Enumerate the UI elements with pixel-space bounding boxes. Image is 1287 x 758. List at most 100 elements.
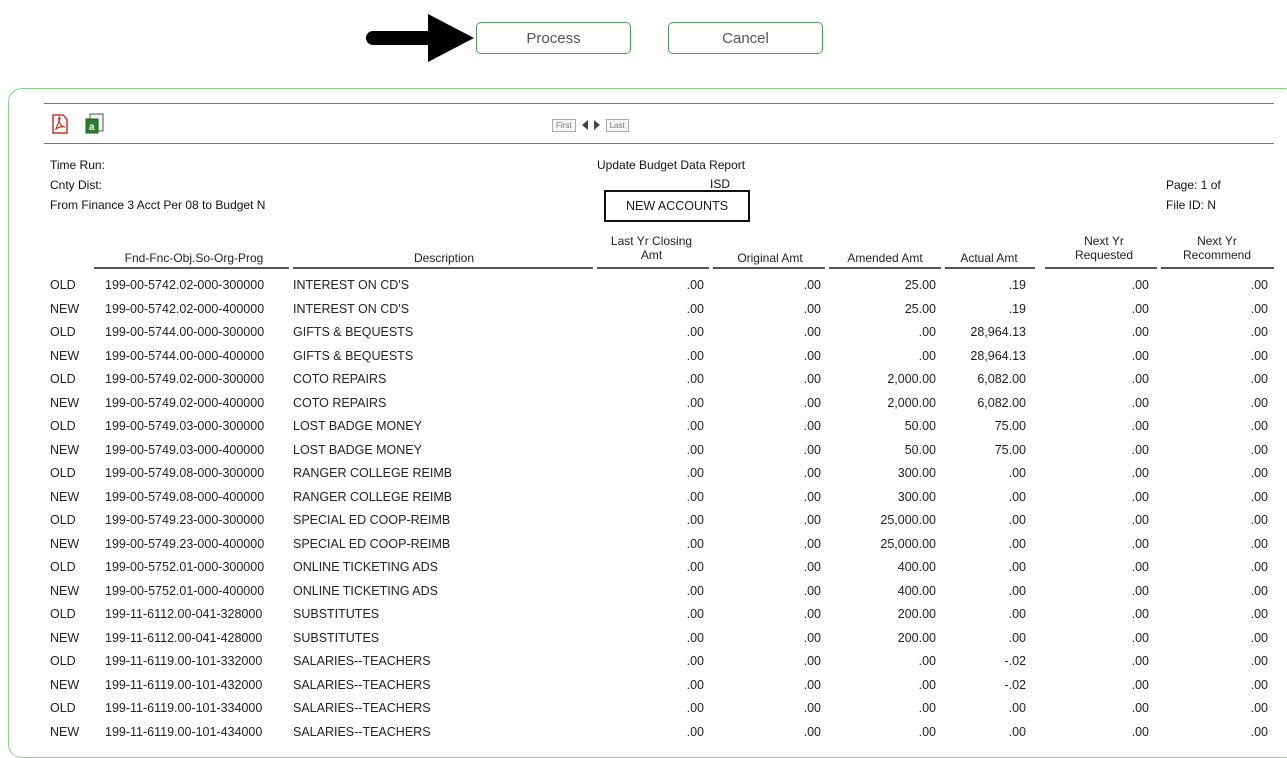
column-header-amended: Amended Amt — [847, 251, 923, 265]
column-header-next-year-recommend: Next Yr Recommend — [1182, 234, 1252, 262]
row-amended: 25,000.00 — [880, 536, 936, 551]
row-account: 199-00-5752.01-000-300000 — [105, 560, 265, 574]
row-description: COTO REPAIRS — [293, 372, 387, 386]
row-next-requested: .00 — [1131, 442, 1149, 457]
row-next-recommend: .00 — [1250, 301, 1268, 316]
row-original: .00 — [803, 325, 821, 339]
row-account: 199-11-6119.00-101-434000 — [105, 724, 263, 739]
row-original: .00 — [803, 583, 821, 598]
row-actual: .00 — [1008, 513, 1026, 527]
row-original: .00 — [803, 419, 821, 433]
table-row: OLD 199-11-6112.00-041-328000 SUBSTITUTES.… — [44, 603, 1274, 627]
row-next-recommend: .00 — [1250, 419, 1268, 433]
row-actual: 28,964.13 — [970, 348, 1026, 363]
row-description: RANGER COLLEGE REIMB — [293, 489, 453, 504]
row-last-year: .00 — [686, 513, 704, 527]
row-original: .00 — [803, 372, 821, 386]
row-actual: 6,082.00 — [977, 372, 1026, 386]
row-amended: 400.00 — [897, 560, 936, 574]
process-button[interactable]: Process — [476, 22, 631, 54]
row-actual: .00 — [1008, 607, 1026, 621]
row-last-year: .00 — [686, 724, 704, 739]
last-page-button[interactable]: Last — [605, 118, 629, 132]
row-next-requested: .00 — [1131, 724, 1149, 739]
next-page-icon[interactable] — [593, 120, 600, 130]
table-row: OLD 199-00-5742.02-000-300000 INTEREST ON … — [44, 274, 1274, 298]
row-original: .00 — [803, 466, 821, 480]
row-amended: 200.00 — [897, 607, 936, 621]
row-flag: NEW — [50, 442, 80, 457]
row-actual: 6,082.00 — [977, 395, 1026, 410]
row-original: .00 — [803, 701, 821, 715]
cnty-dist-label: Cnty Dist: — [50, 178, 103, 192]
row-original: .00 — [803, 348, 821, 363]
row-next-requested: .00 — [1131, 630, 1149, 645]
row-last-year: .00 — [686, 583, 704, 598]
row-actual: .00 — [1008, 724, 1026, 739]
row-flag: NEW — [50, 536, 80, 551]
row-next-requested: .00 — [1131, 301, 1149, 316]
row-actual: .00 — [1008, 701, 1026, 715]
column-header-original: Original Amt — [737, 251, 803, 265]
row-next-requested: .00 — [1131, 489, 1149, 504]
row-actual: .00 — [1008, 489, 1026, 504]
row-next-recommend: .00 — [1250, 536, 1268, 551]
row-description: SUBSTITUTES — [293, 607, 380, 621]
row-next-recommend: .00 — [1250, 278, 1268, 292]
row-next-requested: .00 — [1131, 325, 1149, 339]
row-next-recommend: .00 — [1250, 654, 1268, 668]
row-original: .00 — [803, 442, 821, 457]
isd-label: ISD — [710, 177, 731, 191]
row-next-recommend: .00 — [1250, 466, 1268, 480]
row-description: LOST BADGE MONEY — [293, 442, 422, 457]
row-flag: OLD — [50, 466, 76, 480]
table-row: NEW 199-00-5742.02-000-400000 INTEREST ON … — [44, 298, 1274, 322]
row-actual: -.02 — [1004, 677, 1026, 692]
table-row: NEW 199-00-5752.01-000-400000 ONLINE TICKE… — [44, 580, 1274, 604]
divider — [44, 103, 1274, 104]
row-actual: -.02 — [1004, 654, 1026, 668]
row-flag: OLD — [50, 325, 76, 339]
row-amended: .00 — [918, 325, 936, 339]
row-amended: .00 — [918, 348, 936, 363]
row-last-year: .00 — [686, 654, 704, 668]
excel-export-icon[interactable]: a — [84, 113, 106, 135]
row-next-requested: .00 — [1131, 701, 1149, 715]
row-original: .00 — [803, 513, 821, 527]
row-next-requested: .00 — [1131, 513, 1149, 527]
row-account: 199-00-5749.02-000-300000 — [105, 372, 265, 386]
row-actual: .00 — [1008, 466, 1026, 480]
row-actual: .19 — [1008, 278, 1026, 292]
row-description: SALARIES--TEACHERS — [293, 654, 431, 668]
previous-page-icon[interactable] — [581, 120, 588, 130]
row-last-year: .00 — [686, 560, 704, 574]
row-next-recommend: .00 — [1250, 630, 1268, 645]
row-amended: 50.00 — [904, 419, 936, 433]
cancel-button[interactable]: Cancel — [668, 22, 823, 54]
row-amended: .00 — [918, 677, 936, 692]
pdf-export-icon[interactable] — [50, 114, 70, 134]
row-original: .00 — [803, 677, 821, 692]
header-underline — [829, 267, 941, 269]
row-account: 199-00-5749.08-000-300000 — [105, 466, 265, 480]
report-viewer: a First Last Time Run: Cnty Dist: From F… — [44, 103, 1274, 745]
row-original: .00 — [803, 560, 821, 574]
header-underline — [713, 267, 825, 269]
row-account: 199-00-5749.23-000-300000 — [105, 513, 265, 527]
first-page-button[interactable]: First — [552, 118, 576, 132]
row-description: SPECIAL ED COOP-REIMB — [293, 513, 451, 527]
row-description: LOST BADGE MONEY — [293, 419, 422, 433]
row-description: INTEREST ON CD'S — [293, 278, 410, 292]
column-header-actual: Actual Amt — [960, 251, 1018, 265]
header-underline — [945, 267, 1035, 269]
row-next-requested: .00 — [1131, 654, 1149, 668]
row-description: ONLINE TICKETING ADS — [293, 583, 438, 598]
row-next-recommend: .00 — [1250, 372, 1268, 386]
row-account: 199-11-6112.00-041-328000 — [105, 607, 263, 621]
table-row: NEW 199-11-6119.00-101-434000 SALARIES--TE… — [44, 721, 1274, 745]
column-header-next-year-requested: Next Yr Requested — [1074, 234, 1134, 262]
report-title: Update Budget Data Report — [597, 158, 746, 172]
row-flag: NEW — [50, 583, 80, 598]
row-next-recommend: .00 — [1250, 513, 1268, 527]
row-next-recommend: .00 — [1250, 325, 1268, 339]
